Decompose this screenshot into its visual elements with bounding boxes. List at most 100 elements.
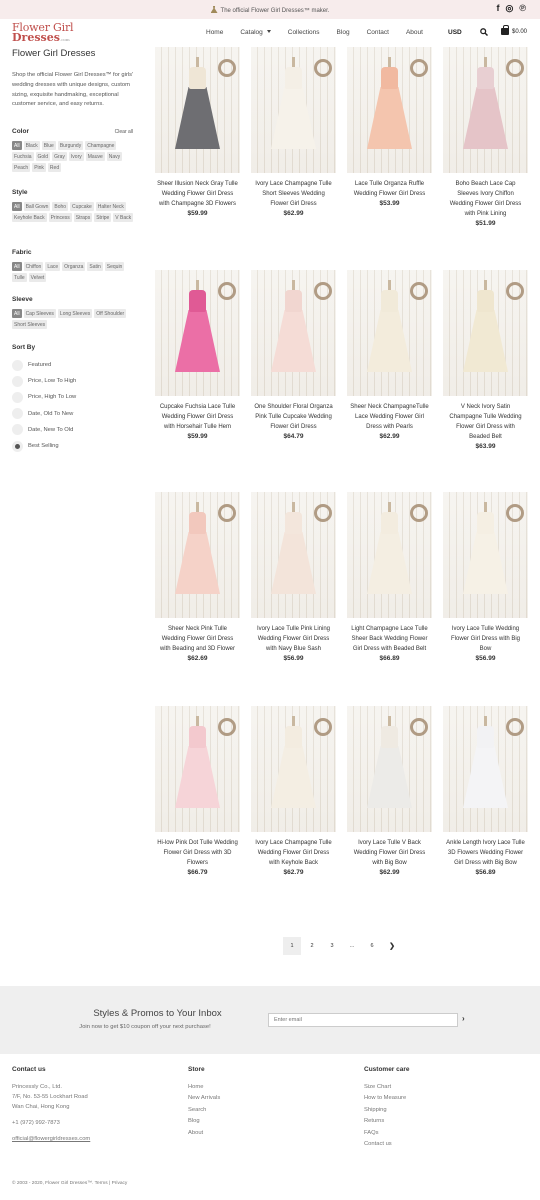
footer-link[interactable]: Size Chart [364,1082,410,1093]
filter-chip[interactable]: All [12,141,22,150]
radio-button[interactable] [12,391,23,403]
footer-link[interactable]: About [188,1128,220,1139]
nav-contact[interactable]: Contact [367,29,389,36]
product-image[interactable] [347,270,432,396]
radio-button[interactable] [12,440,23,452]
product-image[interactable] [155,270,240,396]
filter-chip[interactable]: Navy [106,152,123,161]
page-link[interactable]: 3 [323,937,341,955]
footer-link[interactable]: FAQs [364,1128,410,1139]
filter-chip[interactable]: Gray [52,152,67,161]
product-name[interactable]: Boho Beach Lace Cap Sleeves Ivory Chiffo… [443,179,528,219]
filter-chip[interactable]: Lace [45,262,61,271]
filter-chip[interactable]: Keyhole Back [12,213,47,222]
radio-button[interactable] [12,375,23,387]
product-card[interactable]: Ivory Lace Champagne Tulle Short Sleeves… [251,47,336,217]
sort-option[interactable]: Price, Low To High [12,373,137,389]
nav-blog[interactable]: Blog [337,29,350,36]
product-card[interactable]: One Shoulder Floral Organza Pink Tulle C… [251,270,336,440]
product-name[interactable]: Sheer Neck Pink Tulle Wedding Flower Gir… [155,624,240,654]
product-name[interactable]: Cupcake Fuchsia Lace Tulle Wedding Flowe… [155,402,240,432]
product-name[interactable]: Sheer Neck ChampagneTulle Lace Wedding F… [347,402,432,432]
filter-chip[interactable]: Mauve [85,152,105,161]
filter-chip[interactable]: All [12,202,22,211]
radio-button[interactable] [12,424,23,436]
filter-chip[interactable]: Boho [52,202,69,211]
filter-chip[interactable]: Gold [35,152,51,161]
filter-chip[interactable]: Cap Sleeves [23,309,56,318]
product-image[interactable] [347,492,432,618]
filter-chip[interactable]: Princess [48,213,72,222]
product-image[interactable] [251,492,336,618]
footer-link[interactable]: New Arrivals [188,1093,220,1104]
email-link[interactable]: official@flowergirldresses.com [12,1134,90,1145]
filter-chip[interactable]: Chiffon [23,262,44,271]
currency-selector[interactable]: USD [448,29,462,36]
filter-chip[interactable]: Long Sleeves [57,309,93,318]
filter-chip[interactable]: Ivory [68,152,84,161]
filter-chip[interactable]: Black [23,141,40,150]
page-link[interactable]: 1 [283,937,301,955]
product-image[interactable] [443,270,528,396]
product-image[interactable] [443,47,528,173]
filter-chip[interactable]: All [12,309,22,318]
footer-link[interactable]: How to Measure [364,1093,410,1104]
nav-home[interactable]: Home [206,29,223,36]
product-name[interactable]: Sheer Illusion Neck Gray Tulle Wedding F… [155,179,240,209]
product-card[interactable]: V Neck Ivory Satin Champagne Tulle Weddi… [443,270,528,450]
product-card[interactable]: Light Champagne Lace Tulle Sheer Back We… [347,492,432,662]
sort-option[interactable]: Date, New To Old [12,422,137,438]
product-card[interactable]: Sheer Neck Pink Tulle Wedding Flower Gir… [155,492,240,662]
sort-option[interactable]: Date, Old To New [12,406,137,422]
product-name[interactable]: Light Champagne Lace Tulle Sheer Back We… [347,624,432,654]
filter-chip[interactable]: Off Shoulder [94,309,127,318]
facebook-icon[interactable]: f [497,4,500,13]
filter-chip[interactable]: Champagne [85,141,117,150]
product-name[interactable]: One Shoulder Floral Organza Pink Tulle C… [251,402,336,432]
filter-chip[interactable]: Blue [41,141,56,150]
footer-link[interactable]: Search [188,1105,220,1116]
sort-option[interactable]: Best Selling [12,438,137,454]
product-card[interactable]: Lace Tulle Organza Ruffle Wedding Flower… [347,47,432,207]
sort-option[interactable]: Price, High To Low [12,389,137,405]
product-card[interactable]: Ivory Lace Champagne Tulle Wedding Flowe… [251,706,336,876]
product-image[interactable] [443,706,528,832]
filter-chip[interactable]: Velvet [28,273,47,282]
product-name[interactable]: Ankle Length Ivory Lace Tulle 3D Flowers… [443,838,528,868]
footer-link[interactable]: Contact us [364,1139,410,1150]
product-image[interactable] [347,47,432,173]
product-card[interactable]: Ivory Lace Tulle V Back Wedding Flower G… [347,706,432,876]
product-name[interactable]: Ivory Lace Tulle Wedding Flower Girl Dre… [443,624,528,654]
product-name[interactable]: Ivory Lace Tulle V Back Wedding Flower G… [347,838,432,868]
footer-link[interactable]: Shipping [364,1105,410,1116]
filter-chip[interactable]: Stripe [94,213,112,222]
cart-button[interactable]: $0.00 [501,25,527,35]
phone-link[interactable]: +1 (972) 992-7873 [12,1118,90,1129]
product-name[interactable]: Ivory Lace Champagne Tulle Wedding Flowe… [251,838,336,868]
product-image[interactable] [155,492,240,618]
instagram-icon[interactable]: ◎ [506,4,514,13]
product-name[interactable]: Ivory Lace Champagne Tulle Short Sleeves… [251,179,336,209]
filter-chip[interactable]: Red [47,163,62,172]
nav-catalog[interactable]: Catalog [240,29,271,36]
product-image[interactable] [443,492,528,618]
filter-chip[interactable]: Satin [87,262,103,271]
product-image[interactable] [251,47,336,173]
filter-chip[interactable]: Cupcake [70,202,94,211]
submit-arrow-icon[interactable]: › [462,1014,465,1023]
filter-chip[interactable]: Organza [62,262,86,271]
product-image[interactable] [251,706,336,832]
product-name[interactable]: Ivory Lace Tulle Pink Lining Wedding Flo… [251,624,336,654]
footer-link[interactable]: Returns [364,1116,410,1127]
product-image[interactable] [251,270,336,396]
product-card[interactable]: Boho Beach Lace Cap Sleeves Ivory Chiffo… [443,47,528,227]
product-card[interactable]: Hi-low Pink Dot Tulle Wedding Flower Gir… [155,706,240,876]
page-link[interactable]: 2 [303,937,321,955]
filter-chip[interactable]: Halter Neck [95,202,126,211]
filter-chip[interactable]: Straps [73,213,93,222]
product-image[interactable] [347,706,432,832]
product-name[interactable]: Lace Tulle Organza Ruffle Wedding Flower… [347,179,432,199]
product-name[interactable]: Hi-low Pink Dot Tulle Wedding Flower Gir… [155,838,240,868]
footer-link[interactable]: Home [188,1082,220,1093]
next-page-icon[interactable]: ❯ [383,937,401,955]
